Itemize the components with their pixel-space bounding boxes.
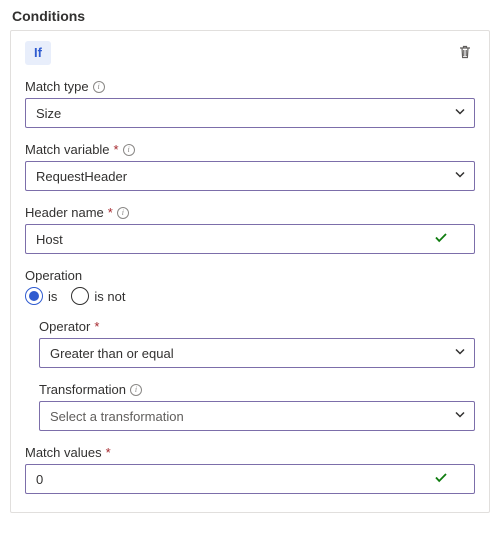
match-variable-select[interactable]: RequestHeader xyxy=(25,161,475,191)
operation-radio-group: is is not xyxy=(25,287,475,305)
match-variable-field: Match variable * i RequestHeader xyxy=(25,142,475,191)
chevron-down-icon xyxy=(454,169,466,184)
chevron-down-icon xyxy=(454,106,466,121)
check-icon xyxy=(434,471,448,488)
required-marker: * xyxy=(106,445,111,460)
match-type-label: Match type xyxy=(25,79,89,94)
required-marker: * xyxy=(94,319,99,334)
match-values-label: Match values xyxy=(25,445,102,460)
operator-field: Operator * Greater than or equal xyxy=(39,319,475,368)
card-header: If xyxy=(25,41,475,65)
transformation-select[interactable]: Select a transformation xyxy=(39,401,475,431)
operator-value: Greater than or equal xyxy=(50,346,174,361)
operation-field: Operation is is not xyxy=(25,268,475,305)
header-name-input[interactable]: Host xyxy=(25,224,475,254)
match-variable-label: Match variable xyxy=(25,142,110,157)
required-marker: * xyxy=(108,205,113,220)
match-type-field: Match type i Size xyxy=(25,79,475,128)
info-icon[interactable]: i xyxy=(117,207,129,219)
match-values-input[interactable]: 0 xyxy=(25,464,475,494)
header-name-label: Header name xyxy=(25,205,104,220)
operator-label: Operator xyxy=(39,319,90,334)
operator-select[interactable]: Greater than or equal xyxy=(39,338,475,368)
transformation-label: Transformation xyxy=(39,382,126,397)
radio-circle-icon xyxy=(71,287,89,305)
info-icon[interactable]: i xyxy=(130,384,142,396)
required-marker: * xyxy=(114,142,119,157)
page-title: Conditions xyxy=(0,0,500,30)
delete-button[interactable] xyxy=(455,43,475,63)
info-icon[interactable]: i xyxy=(93,81,105,93)
match-variable-value: RequestHeader xyxy=(36,169,127,184)
match-type-value: Size xyxy=(36,106,61,121)
conditions-card: If Match type i Size Match variable * i … xyxy=(10,30,490,513)
info-icon[interactable]: i xyxy=(123,144,135,156)
transformation-placeholder: Select a transformation xyxy=(50,409,184,424)
match-type-select[interactable]: Size xyxy=(25,98,475,128)
transformation-field: Transformation i Select a transformation xyxy=(39,382,475,431)
header-name-field: Header name * i Host xyxy=(25,205,475,254)
header-name-value: Host xyxy=(36,232,63,247)
match-values-field: Match values * 0 xyxy=(25,445,475,494)
operation-is-not-radio[interactable]: is not xyxy=(71,287,125,305)
chevron-down-icon xyxy=(454,346,466,361)
check-icon xyxy=(434,231,448,248)
if-chip: If xyxy=(25,41,51,65)
operation-is-label: is xyxy=(48,289,57,304)
match-values-value: 0 xyxy=(36,472,43,487)
chevron-down-icon xyxy=(454,409,466,424)
operation-is-radio[interactable]: is xyxy=(25,287,57,305)
operation-is-not-label: is not xyxy=(94,289,125,304)
radio-circle-icon xyxy=(25,287,43,305)
operation-label: Operation xyxy=(25,268,82,283)
trash-icon xyxy=(457,44,473,63)
